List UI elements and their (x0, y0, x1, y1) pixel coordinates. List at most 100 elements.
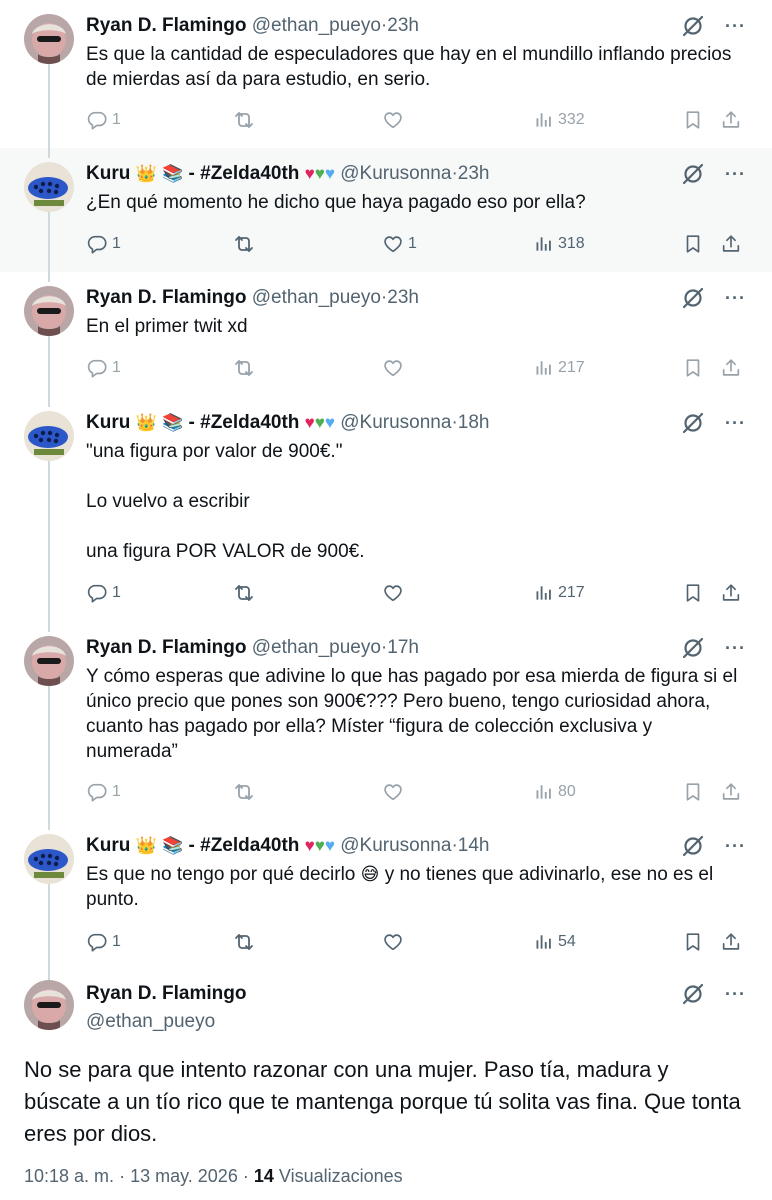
grok-icon[interactable] (681, 411, 705, 435)
more-options-icon[interactable]: ··· (725, 164, 746, 184)
views-button[interactable]: 54 (534, 932, 576, 952)
views-button[interactable]: 217 (534, 358, 585, 378)
reply-button[interactable]: 1 (86, 109, 121, 131)
avatar[interactable] (24, 980, 74, 1030)
author-name[interactable]: Ryan D. Flamingo (86, 287, 246, 308)
timestamp[interactable]: 17h (387, 637, 419, 658)
tweet-text-line: Lo vuelvo a escribir (86, 491, 250, 512)
tweet[interactable]: Kuru 👑 📚 - #Zelda40th ♥♥♥ @Kurusonna·23h… (0, 148, 772, 272)
tweet[interactable]: Ryan D. Flamingo @ethan_pueyo·17h ··· Y … (0, 622, 772, 820)
tweet-text-line: punto. (86, 889, 139, 910)
author-handle[interactable]: @ethan_pueyo (252, 287, 381, 308)
blue-heart-icon: ♥ (324, 413, 335, 432)
like-button[interactable]: 1 (382, 233, 417, 255)
reply-button[interactable]: 1 (86, 233, 121, 255)
author-handle[interactable]: @Kurusonna (340, 835, 451, 856)
more-options-icon[interactable]: ··· (725, 413, 746, 433)
share-button[interactable] (720, 109, 742, 131)
grok-icon[interactable] (681, 982, 705, 1006)
tweet-text: En el primer twit xd (86, 314, 744, 339)
like-button[interactable] (382, 109, 404, 131)
retweet-button[interactable] (232, 108, 256, 132)
views-icon (534, 110, 554, 130)
author-name[interactable]: Ryan D. Flamingo (86, 637, 246, 658)
author-handle[interactable]: @ethan_pueyo (252, 637, 381, 658)
views-button[interactable]: 318 (534, 234, 585, 254)
avatar[interactable] (24, 411, 74, 461)
timestamp[interactable]: 14h (458, 835, 490, 856)
more-options-icon[interactable]: ··· (725, 16, 746, 36)
reply-button[interactable]: 1 (86, 357, 121, 379)
grok-icon[interactable] (681, 162, 705, 186)
avatar[interactable] (24, 286, 74, 336)
grok-icon[interactable] (681, 286, 705, 310)
red-heart-icon: ♥ (304, 836, 315, 855)
author-handle[interactable]: @Kurusonna (340, 412, 451, 433)
author-name[interactable]: Kuru (86, 163, 130, 184)
more-options-icon[interactable]: ··· (725, 984, 746, 1004)
author-name[interactable]: Ryan D. Flamingo (86, 982, 246, 1006)
reply-button[interactable]: 1 (86, 781, 121, 803)
author-name[interactable]: Kuru (86, 835, 130, 856)
bookmark-button[interactable] (682, 781, 704, 803)
tweet[interactable]: Kuru 👑 📚 - #Zelda40th ♥♥♥ @Kurusonna·18h… (0, 397, 772, 622)
author-handle[interactable]: @Kurusonna (340, 163, 451, 184)
tweet-top-icons: ··· (681, 162, 746, 186)
author-handle[interactable]: @ethan_pueyo (86, 1010, 215, 1034)
avatar[interactable] (24, 14, 74, 64)
grok-icon[interactable] (681, 834, 705, 858)
more-options-icon[interactable]: ··· (725, 836, 746, 856)
timestamp[interactable]: 23h (458, 163, 490, 184)
retweet-button[interactable] (232, 581, 256, 605)
avatar[interactable] (24, 636, 74, 686)
views-button[interactable]: 332 (534, 110, 585, 130)
timestamp[interactable]: 23h (387, 15, 419, 36)
like-button[interactable] (382, 931, 404, 953)
share-button[interactable] (720, 931, 742, 953)
author-handle[interactable]: @ethan_pueyo (252, 15, 381, 36)
bookmark-button[interactable] (682, 233, 704, 255)
author-name[interactable]: Kuru (86, 412, 130, 433)
bookmark-button[interactable] (682, 109, 704, 131)
thread-line (48, 461, 50, 622)
like-button[interactable] (382, 357, 404, 379)
grok-icon[interactable] (681, 14, 705, 38)
reply-button[interactable]: 1 (86, 582, 121, 604)
avatar[interactable] (24, 834, 74, 884)
bookmark-button[interactable] (682, 582, 704, 604)
like-button[interactable] (382, 582, 404, 604)
tweet[interactable]: Kuru 👑 📚 - #Zelda40th ♥♥♥ @Kurusonna·14h… (0, 820, 772, 970)
share-button[interactable] (720, 582, 742, 604)
more-options-icon[interactable]: ··· (725, 638, 746, 658)
share-button[interactable] (720, 233, 742, 255)
views-button[interactable]: 80 (534, 782, 576, 802)
post-date[interactable]: 13 may. 2026 (130, 1166, 238, 1186)
tweet-text: Es que no tengo por qué decirlo 😅 y no t… (86, 862, 744, 912)
grok-icon[interactable] (681, 636, 705, 660)
post-time[interactable]: 10:18 a. m. (24, 1166, 114, 1186)
retweet-button[interactable] (232, 356, 256, 380)
tweet-header: Ryan D. Flamingo @ethan_pueyo·17h (86, 636, 682, 660)
reply-count: 1 (112, 111, 121, 128)
retweet-button[interactable] (232, 930, 256, 954)
reply-count: 1 (112, 783, 121, 800)
author-name[interactable]: Ryan D. Flamingo (86, 15, 246, 36)
crown-emoji: 👑 (135, 836, 157, 855)
hearts-emoji: ♥♥♥ (305, 163, 335, 184)
more-options-icon[interactable]: ··· (725, 288, 746, 308)
reply-button[interactable]: 1 (86, 931, 121, 953)
retweet-button[interactable] (232, 780, 256, 804)
tweet-text-line: numerada” (86, 741, 178, 762)
timestamp[interactable]: 23h (387, 287, 419, 308)
retweet-button[interactable] (232, 232, 256, 256)
tweet[interactable]: Ryan D. Flamingo @ethan_pueyo·23h ··· En… (0, 272, 772, 397)
bookmark-button[interactable] (682, 931, 704, 953)
share-button[interactable] (720, 781, 742, 803)
like-button[interactable] (382, 781, 404, 803)
views-button[interactable]: 217 (534, 583, 585, 603)
avatar[interactable] (24, 162, 74, 212)
bookmark-button[interactable] (682, 357, 704, 379)
timestamp[interactable]: 18h (458, 412, 490, 433)
tweet[interactable]: Ryan D. Flamingo @ethan_pueyo·23h ··· Es… (0, 0, 772, 148)
share-button[interactable] (720, 357, 742, 379)
